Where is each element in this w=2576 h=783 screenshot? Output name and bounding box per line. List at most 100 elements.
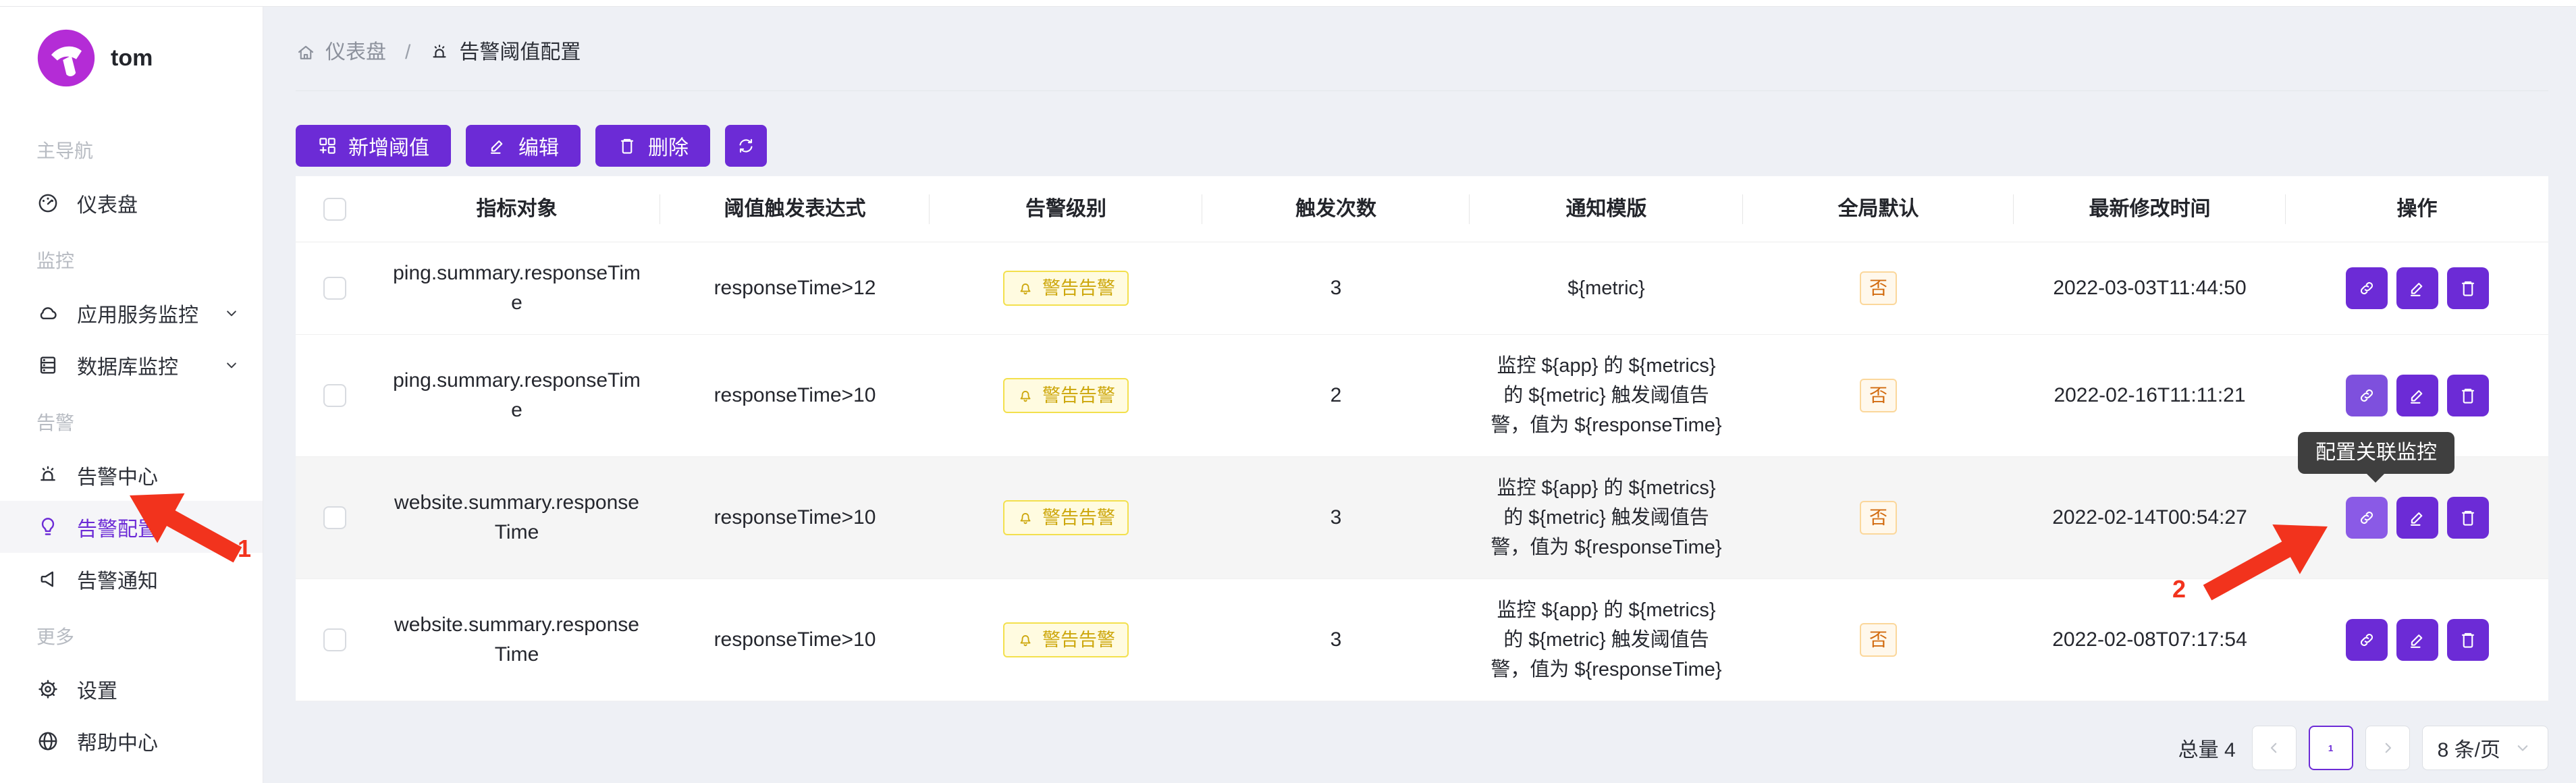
app-logo[interactable]: tom (0, 0, 263, 89)
trigger-expression: responseTime>10 (660, 625, 930, 655)
row-actions (2346, 497, 2489, 539)
metric-object: ping.summary.responseTime (373, 366, 660, 425)
trigger-expression: responseTime>10 (660, 503, 930, 533)
breadcrumb-dashboard[interactable]: 仪表盘 (296, 38, 386, 68)
nav-section-main: 主导航 (0, 119, 263, 177)
row-checkbox[interactable] (323, 628, 346, 651)
current-page-button[interactable]: 1 (2309, 726, 2353, 770)
refresh-button[interactable] (725, 125, 767, 167)
edit-icon (2407, 385, 2427, 406)
trigger-expression: responseTime>10 (660, 381, 930, 410)
delete-row-button[interactable] (2447, 619, 2489, 661)
sidebar-item-label: 告警中心 (77, 460, 158, 490)
nav-section-alert: 告警 (0, 391, 263, 449)
metric-object: website.summary.responseTime (373, 610, 660, 670)
row-actions (2346, 267, 2489, 309)
col-header-level: 告警级别 (930, 194, 1202, 224)
edit-row-button[interactable] (2396, 375, 2438, 416)
app-name: tom (111, 45, 153, 72)
col-header-expression: 阈值触发表达式 (660, 194, 930, 224)
sidebar-item-alert-center[interactable]: 告警中心 (0, 449, 263, 501)
breadcrumb-divider (296, 90, 2548, 91)
table-row: ping.summary.responseTime responseTime>1… (296, 335, 2548, 457)
modified-time: 2022-02-08T07:17:54 (2014, 625, 2286, 655)
alert-level-badge: 警告告警 (1003, 271, 1129, 306)
modified-time: 2022-03-03T11:44:50 (2014, 273, 2286, 303)
add-threshold-button[interactable]: 新增阈值 (296, 125, 451, 167)
sidebar-item-label: 帮助中心 (77, 726, 158, 756)
delete-row-button[interactable] (2447, 497, 2489, 539)
row-actions (2346, 619, 2489, 661)
alert-level-badge: 警告告警 (1003, 378, 1129, 413)
link-monitor-button-hovered[interactable] (2346, 497, 2388, 539)
delete-row-button[interactable] (2447, 375, 2489, 416)
edit-button[interactable]: 编辑 (466, 125, 581, 167)
sidebar-item-app-service-monitor[interactable]: 应用服务监控 (0, 287, 263, 339)
page-title: 告警阈值配置 (459, 38, 581, 68)
trigger-times: 2 (1202, 381, 1470, 410)
row-checkbox[interactable] (323, 384, 346, 407)
chevron-left-icon (2264, 738, 2284, 758)
chevron-right-icon (2378, 738, 2398, 758)
link-icon (2357, 508, 2377, 528)
total-count-label: 总量 4 (2178, 733, 2236, 763)
sidebar-item-settings[interactable]: 设置 (0, 663, 263, 715)
global-default-badge: 否 (1860, 271, 1897, 305)
link-icon (2357, 630, 2377, 650)
trigger-times: 3 (1202, 273, 1470, 303)
link-monitor-button[interactable] (2346, 375, 2388, 416)
page-size-select[interactable]: 8 条/页 (2422, 726, 2548, 770)
row-actions (2346, 375, 2489, 416)
globe-icon (36, 730, 59, 753)
delete-row-button[interactable] (2447, 267, 2489, 309)
appstore-add-icon (317, 136, 338, 156)
chevron-down-icon (2513, 738, 2533, 758)
edit-icon (2407, 630, 2427, 650)
sidebar-item-label: 告警通知 (77, 564, 158, 594)
table-row-hovered: website.summary.responseTime responseTim… (296, 457, 2548, 579)
edit-row-button[interactable] (2396, 619, 2438, 661)
trash-icon (2458, 278, 2478, 298)
next-page-button[interactable] (2365, 726, 2410, 770)
global-default-badge: 否 (1860, 379, 1897, 412)
sidebar-nav: 主导航 仪表盘 监控 应用服务监控 数据库监控 告警 告警中心 告警配置 告警通… (0, 119, 263, 767)
home-icon (296, 43, 316, 63)
sidebar-item-label: 应用服务监控 (77, 298, 198, 328)
table-header-row: 指标对象 阈值触发表达式 告警级别 触发次数 通知模版 全局默认 最新修改时间 … (296, 176, 2548, 242)
notify-template: 监控 ${app} 的 ${metrics} 的 ${metric} 触发阈值告… (1470, 473, 1743, 562)
notify-template: ${metric} (1470, 273, 1743, 303)
delete-button[interactable]: 删除 (595, 125, 710, 167)
notify-template: 监控 ${app} 的 ${metrics} 的 ${metric} 触发阈值告… (1470, 351, 1743, 440)
col-header-actions: 操作 (2286, 194, 2548, 224)
breadcrumb-separator: / (400, 38, 416, 68)
link-monitor-button[interactable] (2346, 619, 2388, 661)
nav-section-more: 更多 (0, 605, 263, 663)
sidebar-item-alert-notice[interactable]: 告警通知 (0, 553, 263, 605)
chevron-down-icon (222, 304, 241, 323)
prev-page-button[interactable] (2252, 726, 2297, 770)
toolbar: 新增阈值 编辑 删除 (296, 125, 2576, 167)
row-checkbox[interactable] (323, 277, 346, 300)
alert-level-badge: 警告告警 (1003, 622, 1129, 657)
edit-row-button[interactable] (2396, 267, 2438, 309)
sidebar-item-label: 告警配置 (77, 512, 158, 542)
edit-row-button[interactable] (2396, 497, 2438, 539)
sidebar-item-database-monitor[interactable]: 数据库监控 (0, 339, 263, 391)
siren-icon (36, 464, 59, 487)
trash-icon (2458, 508, 2478, 528)
select-all-checkbox[interactable] (323, 198, 346, 221)
row-checkbox[interactable] (323, 506, 346, 529)
bulb-icon (36, 516, 59, 539)
pagination: 总量 4 1 8 条/页 (264, 726, 2548, 770)
bell-icon (1017, 631, 1034, 649)
global-default-badge: 否 (1860, 501, 1897, 535)
sidebar-item-label: 设置 (77, 674, 117, 704)
trash-icon (617, 136, 637, 156)
sidebar-item-dashboard[interactable]: 仪表盘 (0, 177, 263, 229)
megaphone-icon (36, 568, 59, 591)
modified-time: 2022-02-16T11:11:21 (2014, 381, 2286, 410)
dashboard-icon (36, 192, 59, 215)
sidebar-item-alert-config[interactable]: 告警配置 (0, 501, 263, 553)
link-monitor-button[interactable] (2346, 267, 2388, 309)
sidebar-item-help-center[interactable]: 帮助中心 (0, 715, 263, 767)
